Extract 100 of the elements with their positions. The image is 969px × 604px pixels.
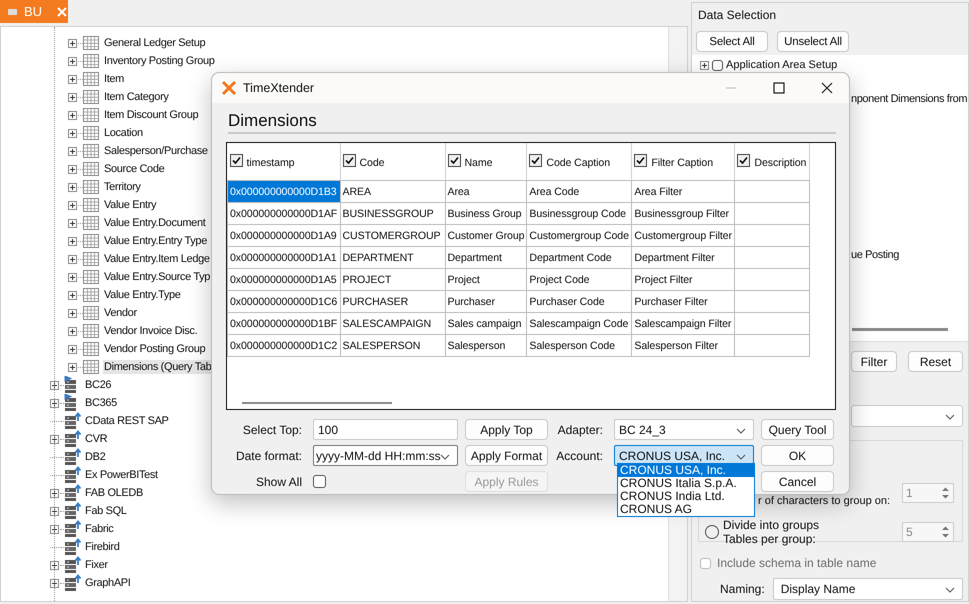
panel-button[interactable]: Unselect All: [777, 31, 849, 52]
checkbox[interactable]: [342, 154, 356, 167]
expand-icon[interactable]: [700, 60, 709, 70]
tree-item[interactable]: Value Entry.Document: [103, 216, 206, 230]
tree-item[interactable]: nponent Dimensions from: [851, 93, 968, 105]
tree-item[interactable]: BC26: [84, 378, 112, 392]
expand-icon[interactable]: [50, 434, 59, 444]
tree-item[interactable]: DB2: [84, 450, 106, 464]
expand-icon[interactable]: [50, 506, 59, 516]
dropdown[interactable]: yyyy-MM-dd HH:mm:ss: [313, 445, 458, 466]
expand-icon[interactable]: [68, 146, 77, 156]
checkbox[interactable]: [313, 475, 326, 488]
tree-item[interactable]: Dimensions (Query Tab: [103, 360, 212, 374]
tree-item[interactable]: Fab SQL: [84, 504, 128, 518]
tree-item[interactable]: Vendor Invoice Disc.: [103, 324, 198, 338]
spinner-arrows-icon[interactable]: [941, 486, 950, 500]
checkbox[interactable]: [634, 154, 648, 167]
radio-button[interactable]: [705, 525, 719, 539]
dropdown-option[interactable]: CRONUS USA, Inc.: [618, 464, 754, 477]
tree-item[interactable]: General Ledger Setup: [103, 36, 206, 50]
dropdown-option[interactable]: CRONUS AG: [618, 503, 754, 516]
expand-icon[interactable]: [68, 92, 77, 102]
expand-icon[interactable]: [68, 236, 77, 246]
tree-item[interactable]: Item Discount Group: [103, 108, 200, 122]
checkbox[interactable]: [529, 154, 542, 167]
query-tool-button[interactable]: Query Tool: [761, 419, 834, 440]
expand-icon[interactable]: [68, 56, 77, 66]
expand-icon[interactable]: [68, 200, 77, 210]
expand-icon[interactable]: [68, 326, 77, 336]
column-header[interactable]: Code: [340, 143, 445, 180]
tree-item[interactable]: Ex PowerBITest: [84, 468, 159, 482]
panel-button[interactable]: Select All: [696, 31, 768, 52]
expand-icon[interactable]: [50, 560, 59, 570]
expand-icon[interactable]: [68, 74, 77, 84]
cancel-button[interactable]: Cancel: [761, 471, 834, 492]
tree-item[interactable]: Source Code: [103, 162, 166, 176]
tree-item[interactable]: Value Entry.Source Typ: [103, 270, 212, 284]
tree-item[interactable]: Inventory Posting Group: [103, 54, 216, 68]
tree-item[interactable]: Item Category: [103, 90, 170, 104]
expand-icon[interactable]: [68, 182, 77, 192]
checkbox[interactable]: [448, 154, 460, 167]
column-header[interactable]: Code Caption: [526, 143, 632, 180]
tree-item[interactable]: Vendor: [103, 306, 138, 320]
checkbox[interactable]: [737, 154, 750, 167]
expand-icon[interactable]: [50, 380, 59, 390]
expand-icon[interactable]: [68, 308, 77, 318]
tree-item[interactable]: Location: [103, 126, 144, 140]
tree-item[interactable]: GraphAPI: [84, 576, 132, 590]
expand-icon[interactable]: [50, 398, 59, 408]
expand-icon[interactable]: [68, 110, 77, 120]
column-header[interactable]: Filter Caption: [632, 143, 735, 180]
input-field[interactable]: 100: [313, 419, 458, 440]
expand-icon[interactable]: [68, 254, 77, 264]
dropdown-option[interactable]: CRONUS India Ltd.: [618, 490, 754, 503]
column-header[interactable]: Description: [734, 143, 810, 180]
spinner-arrows-icon[interactable]: [941, 525, 950, 539]
tree-item[interactable]: Application Area Setup: [726, 59, 838, 71]
tree-item[interactable]: BC365: [84, 396, 118, 410]
expand-icon[interactable]: [68, 164, 77, 174]
expand-icon[interactable]: [68, 128, 77, 138]
option-label: r of characters to group on:: [758, 495, 890, 507]
expand-icon[interactable]: [68, 362, 77, 372]
tree-item[interactable]: Fixer: [84, 558, 109, 572]
scrollbar[interactable]: [852, 328, 948, 331]
filter-button[interactable]: Reset: [908, 351, 963, 372]
tree-item[interactable]: Fabric: [84, 522, 114, 536]
tree-item[interactable]: FAB OLEDB: [84, 486, 144, 500]
checkbox[interactable]: [712, 60, 723, 70]
tree-item[interactable]: Value Entry: [103, 198, 158, 212]
filter-button[interactable]: Filter: [851, 351, 897, 372]
checkbox[interactable]: [230, 154, 242, 167]
expand-icon[interactable]: [50, 578, 59, 588]
apply-button[interactable]: Apply Format: [465, 445, 548, 466]
ok-button[interactable]: OK: [761, 445, 834, 466]
scrollbar-thumb[interactable]: [242, 402, 392, 404]
maximize-icon[interactable]: [773, 82, 785, 94]
expand-icon[interactable]: [68, 38, 77, 48]
tree-item[interactable]: Firebird: [84, 540, 120, 554]
tree-item[interactable]: ue Posting: [851, 249, 968, 261]
dropdown-option[interactable]: CRONUS Italia S.p.A.: [618, 477, 754, 490]
tree-item[interactable]: Item: [103, 72, 125, 86]
expand-icon[interactable]: [68, 218, 77, 228]
tree-item[interactable]: CData REST SAP: [84, 414, 170, 428]
tree-item[interactable]: Territory: [103, 180, 142, 194]
tree-item[interactable]: Value Entry.Item Ledge: [103, 252, 211, 266]
expand-icon[interactable]: [68, 272, 77, 282]
expand-icon[interactable]: [50, 488, 59, 498]
tree-item[interactable]: CVR: [84, 432, 108, 446]
tree-item[interactable]: Value Entry.Entry Type: [103, 234, 208, 248]
expand-icon[interactable]: [68, 344, 77, 354]
tree-item[interactable]: Vendor Posting Group: [103, 342, 206, 356]
dropdown[interactable]: BC 24_3: [614, 419, 754, 440]
column-header[interactable]: Name: [445, 143, 527, 180]
expand-icon[interactable]: [50, 524, 59, 534]
apply-button[interactable]: Apply Top: [465, 419, 548, 440]
close-icon[interactable]: [821, 82, 833, 94]
tree-item[interactable]: Value Entry.Type: [103, 288, 182, 302]
naming-dropdown[interactable]: Display Name: [772, 578, 963, 600]
tree-item[interactable]: Salesperson/Purchase: [103, 144, 209, 158]
expand-icon[interactable]: [68, 290, 77, 300]
